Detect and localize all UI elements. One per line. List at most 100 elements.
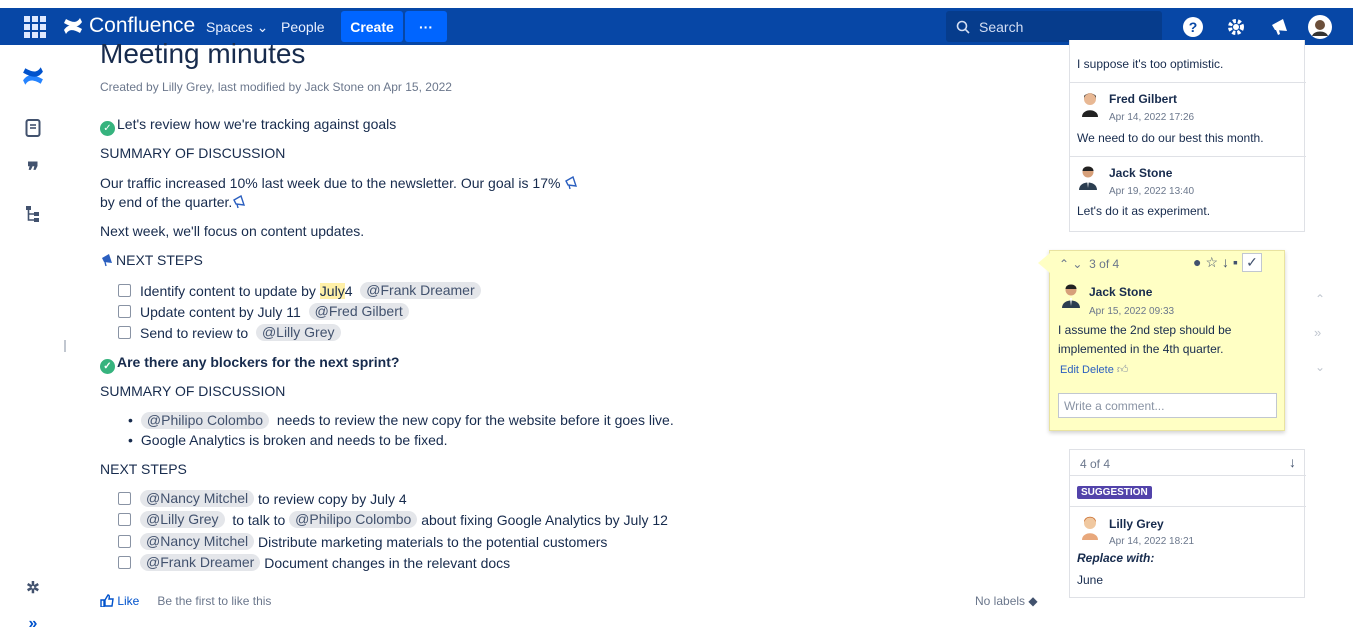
left-sidebar: ❞ ✲ » <box>0 45 64 633</box>
task-checkbox[interactable] <box>118 305 131 318</box>
settings-gear-icon[interactable] <box>1224 15 1248 39</box>
user-avatar[interactable] <box>1308 15 1332 39</box>
highlighted-text[interactable]: July <box>319 282 345 299</box>
list-item: @Philipo Colombo needs to review the new… <box>128 412 674 429</box>
delete-link[interactable]: Delete <box>1082 364 1114 376</box>
divider <box>1070 506 1306 507</box>
confluence-logo[interactable]: Confluence <box>63 14 195 38</box>
edit-link[interactable]: Edit <box>1060 364 1079 376</box>
settings-gear-icon[interactable]: ✲ <box>21 576 45 600</box>
task-checkbox[interactable] <box>118 284 131 297</box>
comment-controls: Edit Delete 👍︎ <box>1060 363 1128 376</box>
task-checkbox[interactable] <box>118 492 131 505</box>
drop-icon[interactable]: ● <box>1193 254 1201 272</box>
comment-marker-icon[interactable] <box>100 253 116 267</box>
app-switcher-icon[interactable] <box>24 16 46 38</box>
mention[interactable]: @Nancy Mitchel <box>140 533 255 550</box>
comment-text: Let's do it as experiment. <box>1077 204 1211 218</box>
comment-text: I suppose it's too optimistic. <box>1077 57 1224 71</box>
expand-sidebar-icon[interactable]: » <box>21 612 45 633</box>
nav-spaces-label: Spaces <box>206 19 253 35</box>
quote-icon[interactable]: ❞ <box>21 158 45 183</box>
pages-icon[interactable] <box>21 116 45 140</box>
mention[interactable]: @Fred Gilbert <box>308 303 409 320</box>
goal-heading: ✓ Let's review how we're tracking against… <box>100 116 396 136</box>
notifications-megaphone-icon[interactable] <box>1268 15 1292 39</box>
comment-author[interactable]: Fred Gilbert <box>1109 92 1177 106</box>
task-item: @Nancy Mitchel to review copy by July 4 <box>118 490 407 507</box>
resolve-check-button[interactable]: ✓ <box>1242 253 1262 272</box>
check-circle-icon: ✓ <box>100 121 115 136</box>
chevron-down-icon: ⌄ <box>256 19 269 35</box>
tag-icon: ◆ <box>1028 594 1038 608</box>
no-labels-text: No labels <box>975 594 1026 608</box>
mention[interactable]: @Frank Dreamer <box>140 554 261 571</box>
comment-author[interactable]: Lilly Grey <box>1109 517 1164 531</box>
chevron-up-icon[interactable]: ⌃ <box>1059 257 1069 271</box>
task-item: @Lilly Grey to talk to @Philipo Colombo … <box>118 511 668 528</box>
comment-date: Apr 14, 2022 17:26 <box>1109 112 1195 123</box>
mention[interactable]: @Nancy Mitchel <box>140 490 255 507</box>
write-comment-input[interactable]: Write a comment... <box>1058 393 1277 418</box>
search-input[interactable]: Search <box>946 11 1162 42</box>
traffic-line-2: by end of the quarter. <box>100 194 248 210</box>
search-placeholder: Search <box>979 18 1024 35</box>
mention[interactable]: @Frank Dreamer <box>360 282 481 299</box>
expand-panel-icon[interactable]: » <box>1314 325 1321 340</box>
avatar <box>1079 91 1101 120</box>
task-checkbox[interactable] <box>118 326 131 339</box>
task-text: Identify content to update by <box>140 282 316 299</box>
task-item: Send to review to @Lilly Grey <box>118 324 341 341</box>
comment-text: I assume the 2nd step should be implemen… <box>1058 323 1232 356</box>
mention[interactable]: @Lilly Grey <box>255 324 341 341</box>
confluence-logo-icon <box>64 18 82 34</box>
thumbs-up-icon[interactable]: 👍︎ <box>1117 364 1129 376</box>
goal-text: Let's review how we're tracking against … <box>117 116 397 132</box>
task-text: 4 <box>344 282 353 299</box>
mention[interactable]: @Philipo Colombo <box>289 511 418 528</box>
comment-date: Apr 19, 2022 13:40 <box>1109 186 1195 197</box>
task-text: about fixing Google Analytics by July 12 <box>421 511 668 528</box>
help-icon[interactable]: ? <box>1181 15 1205 39</box>
card-pointer <box>1038 253 1050 273</box>
nav-people[interactable]: People <box>281 19 325 35</box>
avatar <box>1076 164 1100 193</box>
divider <box>1070 156 1306 157</box>
comment-author[interactable]: Jack Stone <box>1109 166 1172 180</box>
next-steps-heading: NEXT STEPS <box>100 252 203 268</box>
page-tree-icon[interactable] <box>21 202 45 226</box>
arrow-down-icon[interactable]: ↓ <box>1289 454 1296 470</box>
arrow-down-icon[interactable]: ↓ <box>1222 254 1229 272</box>
nav-spaces[interactable]: Spaces ⌄ <box>206 19 268 36</box>
create-button[interactable]: Create <box>341 11 403 42</box>
mention[interactable]: @Lilly Grey <box>140 511 225 528</box>
comment-marker-icon[interactable] <box>564 176 580 190</box>
suggestion-panel: 4 of 4 ↓ SUGGESTION Lilly Grey Apr 14, 2… <box>1069 449 1306 598</box>
labels-area[interactable]: No labels ◆ <box>975 594 1038 608</box>
like-button[interactable]: Like <box>100 594 139 608</box>
task-checkbox[interactable] <box>118 513 131 526</box>
star-icon[interactable]: ☆ <box>1205 254 1218 272</box>
space-logo-icon[interactable] <box>21 64 45 88</box>
sidebar-resize-handle[interactable] <box>64 340 66 352</box>
chevron-down-icon[interactable]: ⌄ <box>1315 360 1325 374</box>
task-text: Distribute marketing materials to the po… <box>258 533 608 550</box>
unlock-icon[interactable]: ▪ <box>1233 254 1238 272</box>
chevron-down-icon[interactable]: ⌄ <box>1072 257 1082 271</box>
comment-author[interactable]: Jack Stone <box>1089 285 1152 299</box>
task-checkbox[interactable] <box>118 556 131 569</box>
mention[interactable]: @Philipo Colombo <box>140 412 270 429</box>
comment-marker-icon[interactable] <box>232 195 248 209</box>
like-hint: Be the first to like this <box>157 594 272 608</box>
task-item: @Frank Dreamer Document changes in the r… <box>118 554 510 571</box>
chevron-up-icon[interactable]: ⌃ <box>1315 292 1325 306</box>
task-item: Identify content to update by July 4 @Fr… <box>118 282 481 299</box>
task-checkbox[interactable] <box>118 535 131 548</box>
comment-counter: 4 of 4 <box>1080 457 1111 471</box>
page-title: Meeting minutes <box>100 38 306 69</box>
more-button[interactable]: ··· <box>405 11 447 42</box>
like-bar: Like Be the first to like this <box>100 594 271 608</box>
blockers-heading: ✓ Are there any blockers for the next spr… <box>100 354 399 374</box>
traffic-line-1: Our traffic increased 10% last week due … <box>100 175 580 191</box>
comment-navigation: ⌃ ⌄ 3 of 4 <box>1059 257 1119 271</box>
